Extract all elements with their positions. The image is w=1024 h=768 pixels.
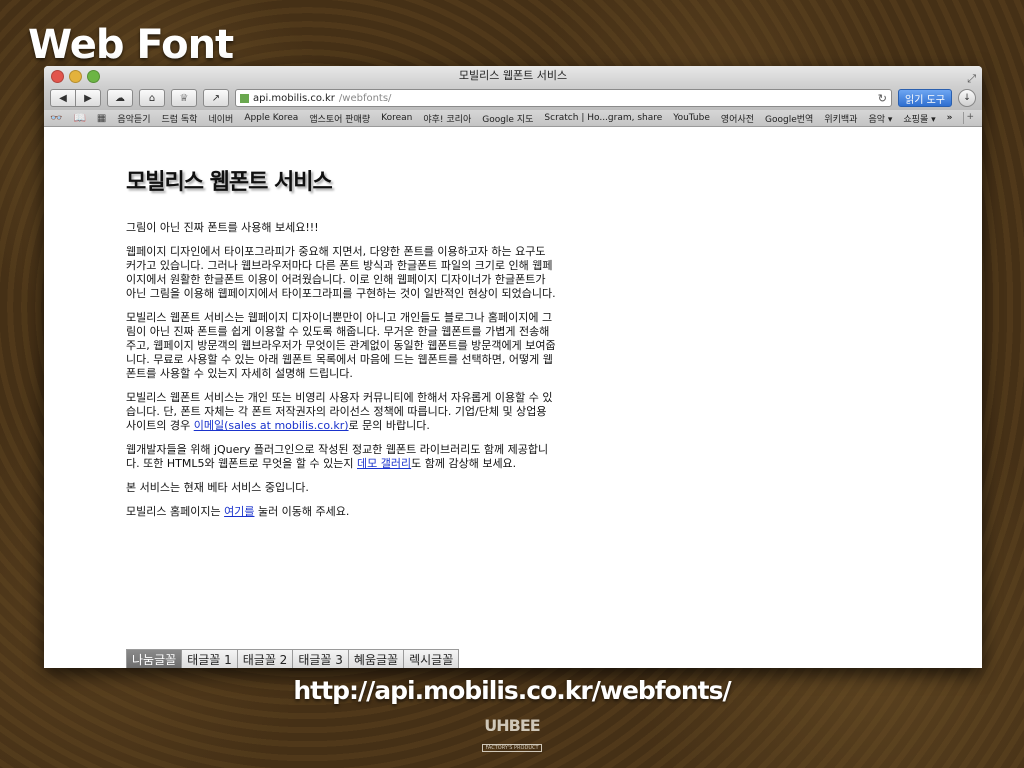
address-bar[interactable]: api.mobilis.co.kr/webfonts/ ↻ xyxy=(235,89,893,107)
homepage-link[interactable]: 여기를 xyxy=(224,505,254,518)
demo-gallery-link[interactable]: 데모 갤러리 xyxy=(357,457,411,470)
downloads-icon[interactable]: ↓ xyxy=(958,89,976,107)
uhbee-logo: UHBEE FACTORY'S PRODUCT xyxy=(480,718,544,753)
share-icon[interactable]: ↗ xyxy=(203,89,229,107)
nav-buttons: ◀ ▶ xyxy=(50,89,101,107)
bookmark-item[interactable]: 앱스토어 판매량 xyxy=(309,112,370,125)
paragraph-developers: 웹개발자들을 위해 jQuery 플러그인으로 작성된 정교한 웹폰트 라이브러… xyxy=(126,443,556,471)
tab-font-1[interactable]: 태글꼴 1 xyxy=(181,649,238,668)
url-caption: http://api.mobilis.co.kr/webfonts/ xyxy=(293,676,731,705)
bookmark-item[interactable]: 음악 ▾ xyxy=(868,112,892,125)
bookmarks-bar: 👓 📖 ▦ 음악듣기 드럼 독학 네이버 Apple Korea 앱스토어 판매… xyxy=(44,110,982,127)
fullscreen-icon[interactable]: ⤢ xyxy=(967,69,976,89)
icloud-icon[interactable]: ☁ xyxy=(107,89,133,107)
paragraph-homepage: 모빌리스 홈페이지는 여기를 눌러 이동해 주세요. xyxy=(126,505,556,519)
logo-text: UHBEE xyxy=(484,716,540,735)
paragraph-typography: 웹페이지 디자인에서 타이포그라피가 중요해 지면서, 다양한 폰트를 이용하고… xyxy=(126,245,556,300)
email-link[interactable]: 이메일(sales at mobilis.co.kr) xyxy=(194,419,349,432)
page-heading: 모빌리스 웹폰트 서비스 xyxy=(126,169,333,195)
zoom-window-button[interactable] xyxy=(87,70,100,83)
homepage-text: 모빌리스 홈페이지는 xyxy=(126,505,225,518)
tab-nanum[interactable]: 나눔글꼴 xyxy=(126,649,183,668)
tab-lexi[interactable]: 렉시글꼴 xyxy=(403,649,460,668)
paragraph-license: 모빌리스 웹폰트 서비스는 개인 또는 비영리 사용자 커뮤니티에 한해서 자유… xyxy=(126,391,556,433)
url-host: api.mobilis.co.kr xyxy=(253,92,335,104)
bookmark-item[interactable]: Apple Korea xyxy=(244,113,298,123)
homepage-text-end: 눌러 이동해 주세요. xyxy=(254,505,350,518)
new-tab-icon[interactable]: + xyxy=(963,112,976,124)
home-icon[interactable]: ⌂ xyxy=(139,89,165,107)
browser-window: 모빌리스 웹폰트 서비스 ⤢ ◀ ▶ ☁ ⌂ ♕ ↗ api.mobilis.c… xyxy=(44,66,982,668)
top-sites-icon[interactable]: ♕ xyxy=(171,89,197,107)
bookmark-item[interactable]: Korean xyxy=(381,113,412,123)
slide-title: Web Font xyxy=(28,22,234,68)
back-button[interactable]: ◀ xyxy=(50,89,76,107)
reading-list-icon[interactable]: 👓 xyxy=(50,113,62,124)
bookmark-item[interactable]: 영어사전 xyxy=(721,112,754,125)
reload-icon[interactable]: ↻ xyxy=(878,92,887,105)
bookmark-item[interactable]: 위키백과 xyxy=(824,112,857,125)
window-title: 모빌리스 웹폰트 서비스 xyxy=(458,69,568,82)
intro-paragraph: 그림이 아닌 진짜 폰트를 사용해 보세요!!! xyxy=(126,221,319,234)
window-controls xyxy=(51,70,100,83)
minimize-window-button[interactable] xyxy=(69,70,82,83)
page-main: 모빌리스 웹폰트 서비스 그림이 아닌 진짜 폰트를 사용해 보세요!!! 웹페… xyxy=(126,169,556,529)
bookmark-item[interactable]: 쇼핑몰 ▾ xyxy=(903,112,935,125)
forward-button[interactable]: ▶ xyxy=(76,89,101,107)
more-bookmarks-icon[interactable]: » xyxy=(947,113,953,123)
browser-toolbar: ◀ ▶ ☁ ⌂ ♕ ↗ api.mobilis.co.kr/webfonts/ … xyxy=(44,86,982,110)
bookmark-item[interactable]: YouTube xyxy=(673,113,710,123)
url-path: /webfonts/ xyxy=(338,92,392,104)
reader-button[interactable]: 읽기 도구 xyxy=(898,89,952,107)
bookmark-item[interactable]: 네이버 xyxy=(208,112,233,125)
developers-text-end: 도 함께 감상해 보세요. xyxy=(411,457,517,470)
bookmark-item[interactable]: Google번역 xyxy=(765,112,813,125)
close-window-button[interactable] xyxy=(51,70,64,83)
tab-hyeum[interactable]: 혜움글꼴 xyxy=(347,649,405,668)
license-text-end: 로 문의 바랍니다. xyxy=(348,419,430,432)
window-titlebar: 모빌리스 웹폰트 서비스 ⤢ xyxy=(44,66,982,86)
bookmarks-book-icon[interactable]: 📖 xyxy=(73,113,85,124)
font-tabs: 나눔글꼴 태글꼴 1 태글꼴 2 태글꼴 3 혜움글꼴 렉시글꼴 xyxy=(126,649,460,668)
paragraph-service: 모빌리스 웹폰트 서비스는 웹페이지 디자이너뿐만이 아니고 개인들도 블로그나… xyxy=(126,311,556,380)
site-favicon-icon xyxy=(240,93,249,103)
web-page: 모빌리스 웹폰트 서비스 그림이 아닌 진짜 폰트를 사용해 보세요!!! 웹페… xyxy=(44,127,982,668)
tab-font-3[interactable]: 태글꼴 3 xyxy=(292,649,349,668)
bookmark-item[interactable]: 야후! 코리아 xyxy=(423,112,471,125)
logo-subtext: FACTORY'S PRODUCT xyxy=(482,744,542,752)
top-sites-grid-icon[interactable]: ▦ xyxy=(97,113,106,124)
bookmark-item[interactable]: Google 지도 xyxy=(482,112,533,125)
tab-font-2[interactable]: 태글꼴 2 xyxy=(236,649,294,668)
paragraph-beta: 본 서비스는 현재 베타 서비스 중입니다. xyxy=(126,481,309,494)
bookmark-item[interactable]: 드럼 독학 xyxy=(161,112,197,125)
bookmark-item[interactable]: Scratch | Ho...gram, share xyxy=(544,113,662,123)
bookmark-item[interactable]: 음악듣기 xyxy=(117,112,150,125)
